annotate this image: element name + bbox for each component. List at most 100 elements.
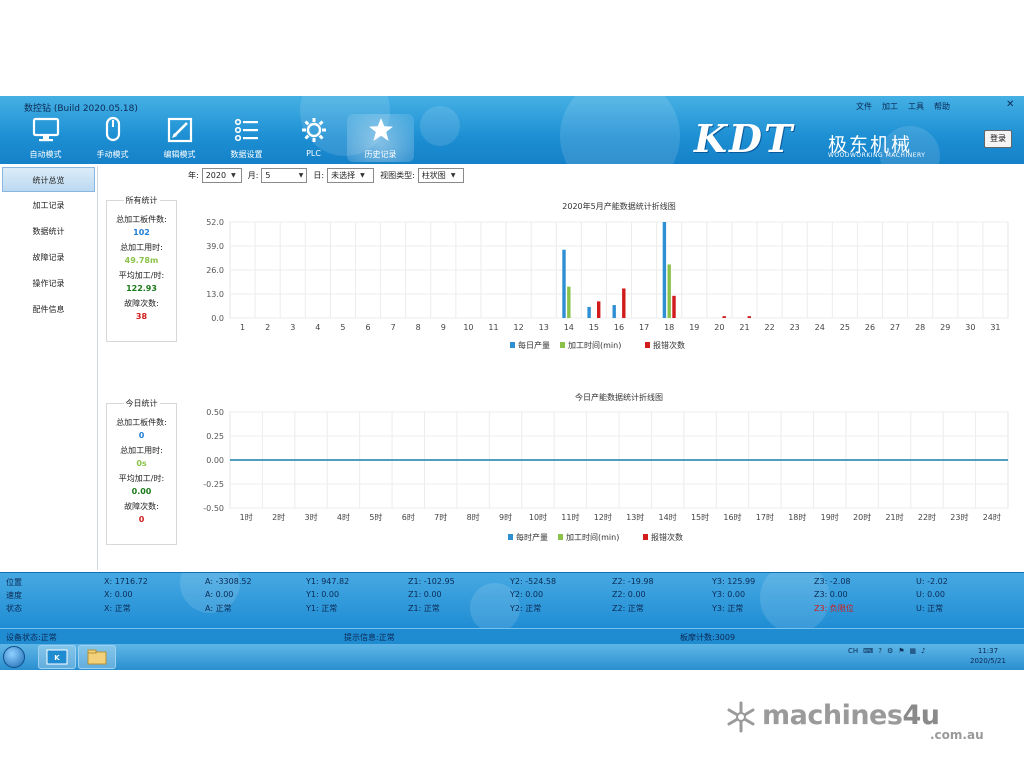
sidebar-item-overview[interactable]: 统计总览 [2,167,95,192]
x-tick-label: 3 [290,323,295,332]
all-stats-title: 所有统计 [123,196,160,205]
x-tick-label: 19 [689,323,699,332]
bar [672,295,676,318]
folder-icon [87,649,107,665]
x-tick-label: 18 [664,323,674,332]
x-tick-label: 21时 [885,512,903,522]
all-stats-panel: 所有统计 总加工板件数: 102 总加工用时: 49.78m 平均加工/时: 1… [106,196,177,342]
today-stats-title: 今日统计 [123,399,160,408]
menu-tools[interactable]: 工具 [908,101,924,112]
logo-mark: KDT [694,116,795,161]
x-tick-label: 4 [315,323,320,332]
x-tick-label: 28 [915,323,925,332]
snowflake-icon [727,701,755,733]
title-toolbar: 数控钻 (Build 2020.05.18) 文件 加工 工具 帮助 ✕ 自动模… [0,96,1024,164]
tool-plc[interactable]: PLC [280,114,347,162]
x-tick-label: 11 [488,323,498,332]
tool-label: PLC [306,149,321,158]
help-icon[interactable]: ? [878,647,882,655]
legend-label: 报错次数 [653,340,685,350]
x-tick-label: 17时 [756,512,774,522]
x-tick-label: 5时 [369,512,382,522]
menu-help[interactable]: 帮助 [934,101,950,112]
sidebar-item-parts-info[interactable]: 配件信息 [0,297,97,322]
status-bar: 设备状态:正常 提示信息:正常 板摩计数:3009 [0,628,1024,644]
edit-icon [167,117,192,143]
watermark-text: machines4u [762,700,940,731]
x-tick-label: 14 [564,323,574,332]
network-icon[interactable]: ▦ [910,647,917,655]
bar [622,288,626,318]
y-tick-label: 26.0 [206,266,224,275]
logo-english: WOODWORKING MACHINERY [828,152,926,159]
stat-label: 故障次数: [124,299,159,308]
x-tick-label: 29 [940,323,950,332]
axis-value: A: 0.00 [205,590,234,599]
legend-swatch [508,534,513,540]
axis-value: X: 正常 [104,604,131,613]
chart-title: 2020年5月产能数据统计折线图 [562,201,675,211]
x-tick-label: 11时 [561,512,579,522]
sidebar-item-operation-records[interactable]: 操作记录 [0,271,97,296]
stat-value: 122.93 [126,284,157,293]
keyboard-icon[interactable]: ⌨ [863,647,873,655]
x-tick-label: 16 [614,323,624,332]
axis-value: X: 1716.72 [104,577,148,586]
y-tick-label: 0.25 [206,432,224,441]
start-button[interactable] [3,646,25,668]
chevron-down-icon: ▼ [298,172,304,179]
tool-history[interactable]: 历史记录 [347,114,414,162]
x-tick-label: 26 [865,323,875,332]
tool-label: 自动模式 [29,150,62,159]
monthly-bar-chart: 2020年5月产能数据统计折线图0.013.026.039.052.01 2 3 4 5… [206,201,1009,350]
login-button[interactable]: 登录 [984,130,1012,148]
taskbar-app-kdt[interactable]: K [38,645,76,669]
taskbar-explorer[interactable] [78,645,116,669]
mouse-icon [105,116,120,142]
watermark-text-a: machines [762,700,903,731]
tool-edit-mode[interactable]: 编辑模式 [146,114,213,162]
sidebar-item-data-stats[interactable]: 数据统计 [0,219,97,244]
watermark-text-b: 4u [902,700,940,731]
flag-icon[interactable]: ⚑ [898,647,904,655]
axis-value: Y1: 正常 [306,604,338,613]
volume-icon[interactable]: ♪ [921,647,925,655]
daily-chart: 今日产能数据统计折线图 -0.50 -0.25 0.00 0.25 0.50 1时 2时 3时 4… [190,390,1020,555]
menu-process[interactable]: 加工 [882,101,898,112]
app-title: 数控钻 (Build 2020.05.18) [24,104,138,114]
x-tick-label: 20时 [853,512,871,522]
x-tick-label: 12时 [594,512,612,522]
axis-value: Y2: 0.00 [510,590,544,599]
x-tick-label: 9时 [499,512,512,522]
axis-value: Y2: 正常 [510,604,542,613]
tool-data-settings[interactable]: 数据设置 [213,114,280,162]
settings-icon[interactable]: ⚙ [887,647,893,655]
x-tick-label: 3时 [304,512,317,522]
stat-label: 总加工用时: [120,243,163,252]
close-icon[interactable]: ✕ [1006,99,1014,110]
axis-value: Y1: 947.82 [306,577,350,586]
y-tick-label: 0.0 [211,314,224,323]
x-tick-label: 22时 [918,512,936,522]
tool-manual-mode[interactable]: 手动模式 [79,114,146,162]
clock-date: 2020/5/21 [970,657,1006,665]
x-tick-label: 24 [815,323,825,332]
view-type-select[interactable]: 柱状图 ▼ [417,168,464,183]
language-indicator[interactable]: CH [848,647,858,655]
sidebar-item-process-records[interactable]: 加工记录 [0,193,97,218]
sidebar-item-fault-records[interactable]: 故障记录 [0,245,97,270]
tool-auto-mode[interactable]: 自动模式 [12,114,79,162]
day-select[interactable]: 未选择 ▼ [327,168,375,183]
year-value: 2020 [205,171,227,180]
x-tick-label: 10时 [529,512,547,522]
stat-value: 0s [136,459,147,468]
bar [667,264,671,318]
status-row: 状态 X: 正常 A: 正常 Y1: 正常 Z1: 正常 Y2: 正常 Z2: 正常 Y3: … [0,603,1024,615]
axis-value: Z2: -19.98 [612,577,654,586]
axis-value: Y2: -524.58 [510,577,557,586]
menu-file[interactable]: 文件 [856,101,872,112]
clock[interactable]: 11:37 2020/5/21 [970,646,1006,666]
month-select[interactable]: 5 ▼ [261,168,308,183]
hint-message: 提示信息:正常 [344,633,395,642]
year-select[interactable]: 2020 ▼ [201,168,242,183]
